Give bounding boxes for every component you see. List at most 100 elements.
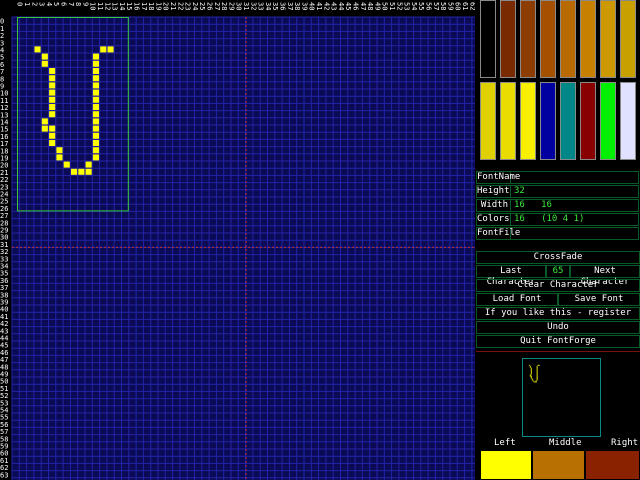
load-font-button[interactable]: Load Font [476, 293, 558, 306]
palette-swatch[interactable] [500, 82, 516, 160]
palette-swatch[interactable] [560, 82, 576, 160]
glyph-pixel[interactable] [41, 118, 48, 125]
width-value[interactable]: 16 16 [514, 200, 552, 211]
glyph-pixel[interactable] [41, 53, 48, 60]
column-index-label: 53 [403, 2, 411, 10]
glyph-pixel[interactable] [92, 140, 99, 146]
quit-button[interactable]: Quit FontForge [476, 335, 640, 348]
column-index-label: 18 [147, 2, 155, 10]
palette-swatch[interactable] [540, 82, 556, 160]
glyph-pixel[interactable] [100, 46, 107, 53]
fontfile-row[interactable]: FontFile [476, 227, 639, 240]
palette-swatch[interactable] [560, 0, 576, 78]
register-button[interactable]: If you like this - register [476, 307, 640, 320]
glyph-pixel[interactable] [49, 68, 56, 74]
preview-pixel [530, 377, 532, 379]
right-button-color[interactable] [585, 450, 640, 480]
column-index-label: 26 [205, 2, 213, 10]
panel-divider [476, 351, 640, 352]
palette-swatch[interactable] [540, 0, 556, 78]
middle-button-color[interactable] [532, 450, 585, 480]
glyph-pixel[interactable] [85, 168, 92, 175]
glyph-pixel[interactable] [49, 111, 56, 118]
glyph-pixel[interactable] [85, 161, 92, 168]
height-value[interactable]: 32 [514, 186, 525, 197]
undo-button[interactable]: Undo [476, 321, 640, 334]
palette-swatch[interactable] [480, 0, 496, 78]
column-index-label: 1 [23, 2, 31, 6]
glyph-pixel[interactable] [92, 82, 99, 89]
palette-swatch[interactable] [620, 82, 636, 160]
preview-pixel [538, 364, 540, 366]
palette-swatch[interactable] [520, 82, 536, 160]
clear-character-button[interactable]: Clear Character [476, 279, 640, 292]
palette-swatch[interactable] [520, 0, 536, 78]
colors-row[interactable]: Colors 16 (10 4 1) [476, 213, 639, 226]
preview-pixel [535, 380, 537, 382]
glyph-pixel[interactable] [56, 154, 63, 161]
palette-swatch[interactable] [600, 82, 616, 160]
glyph-pixel[interactable] [49, 104, 56, 110]
left-button-color[interactable] [480, 450, 532, 480]
column-index-label: 43 [330, 2, 338, 10]
colors-value[interactable]: 16 (10 4 1) [514, 214, 584, 225]
glyph-pixel[interactable] [49, 125, 56, 132]
palette-swatch[interactable] [480, 82, 496, 160]
font-name-row[interactable]: FontName [476, 171, 639, 184]
glyph-pixel[interactable] [49, 82, 56, 89]
save-font-button[interactable]: Save Font [558, 293, 640, 306]
preview-pixel [530, 368, 532, 370]
last-character-button[interactable]: Last Character [476, 265, 546, 287]
glyph-pixel[interactable] [92, 111, 99, 118]
glyph-pixel[interactable] [92, 60, 99, 67]
preview-pixel [530, 367, 532, 369]
glyph-pixel[interactable] [92, 104, 99, 110]
column-index-label: 30 [235, 2, 243, 10]
glyph-pixel[interactable] [92, 132, 99, 139]
palette-swatch[interactable] [600, 0, 616, 78]
fontfile-label: FontFile [477, 228, 521, 239]
glyph-pixel[interactable] [34, 46, 41, 53]
column-index-label: 59 [446, 2, 454, 10]
glyph-pixel[interactable] [92, 96, 99, 103]
glyph-pixel[interactable] [49, 75, 56, 82]
preview-pixel [529, 375, 531, 377]
glyph-pixel[interactable] [56, 147, 63, 154]
color-palette [478, 0, 640, 166]
glyph-pixel[interactable] [92, 147, 99, 154]
glyph-pixel[interactable] [41, 125, 48, 132]
glyph-pixel[interactable] [49, 140, 56, 146]
preview-pixel [532, 380, 534, 382]
palette-swatch[interactable] [580, 0, 596, 78]
glyph-pixel[interactable] [78, 168, 85, 175]
column-index-label: 37 [286, 2, 294, 10]
glyph-pixel[interactable] [92, 118, 99, 125]
width-row[interactable]: Width 16 16 [476, 199, 639, 212]
preview-pixel [536, 375, 538, 377]
glyph-pixel[interactable] [92, 68, 99, 74]
glyph-pixel[interactable] [49, 89, 56, 96]
glyph-pixel[interactable] [41, 60, 48, 67]
glyph-pixel[interactable] [92, 75, 99, 82]
glyph-pixel[interactable] [49, 132, 56, 139]
crossfade-button[interactable]: CrossFade [476, 251, 640, 264]
grid-background[interactable] [12, 17, 475, 480]
glyph-edit-grid[interactable]: 0 1 2 3 4 5 6 7 8 9 10 11 12 13 14 15 16 17 18 19 20 21 22 23 24… [0, 0, 475, 480]
glyph-pixel[interactable] [49, 96, 56, 103]
column-index-label: 11 [96, 2, 104, 10]
glyph-pixel[interactable] [71, 168, 78, 175]
preview-pixel [536, 369, 538, 371]
glyph-pixel[interactable] [63, 161, 70, 168]
glyph-pixel[interactable] [92, 154, 99, 161]
glyph-pixel[interactable] [107, 46, 114, 53]
glyph-pixel[interactable] [92, 125, 99, 132]
column-index-label: 61 [461, 2, 469, 10]
palette-swatch[interactable] [500, 0, 516, 78]
column-index-label: 52 [395, 2, 403, 10]
glyph-pixel[interactable] [92, 89, 99, 96]
glyph-pixel[interactable] [92, 53, 99, 60]
palette-swatch[interactable] [620, 0, 636, 78]
palette-swatch[interactable] [580, 82, 596, 160]
next-character-button[interactable]: Next Character [570, 265, 640, 287]
height-row[interactable]: Height 32 [476, 185, 639, 198]
